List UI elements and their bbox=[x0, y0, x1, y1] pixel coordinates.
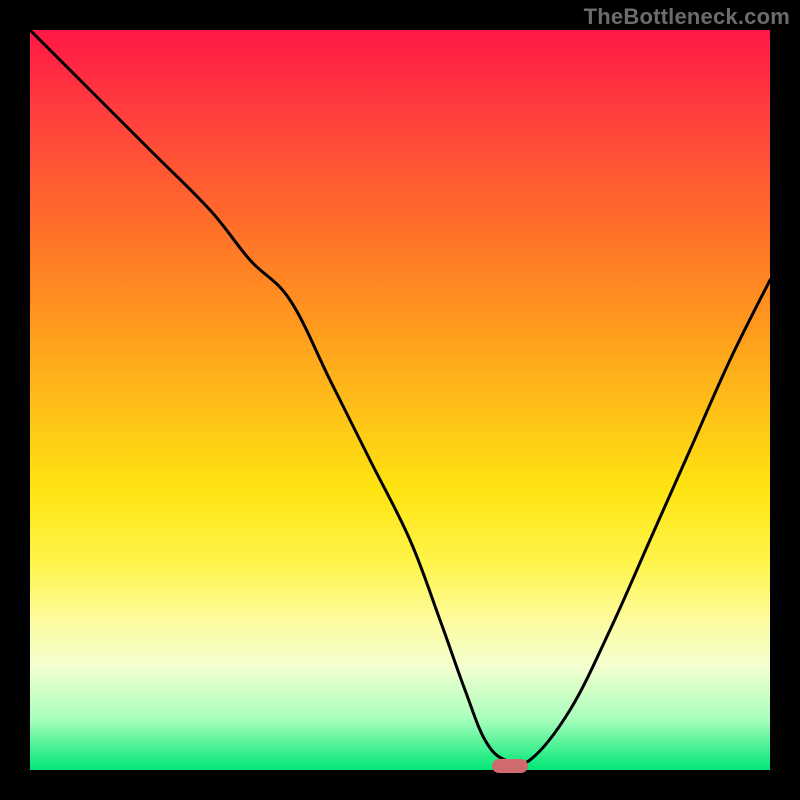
bottleneck-curve bbox=[30, 30, 770, 770]
watermark-text: TheBottleneck.com bbox=[584, 4, 790, 30]
curve-minimum-marker bbox=[492, 759, 528, 773]
plot-area bbox=[30, 30, 770, 770]
curve-path bbox=[30, 30, 770, 765]
chart-frame: TheBottleneck.com bbox=[0, 0, 800, 800]
